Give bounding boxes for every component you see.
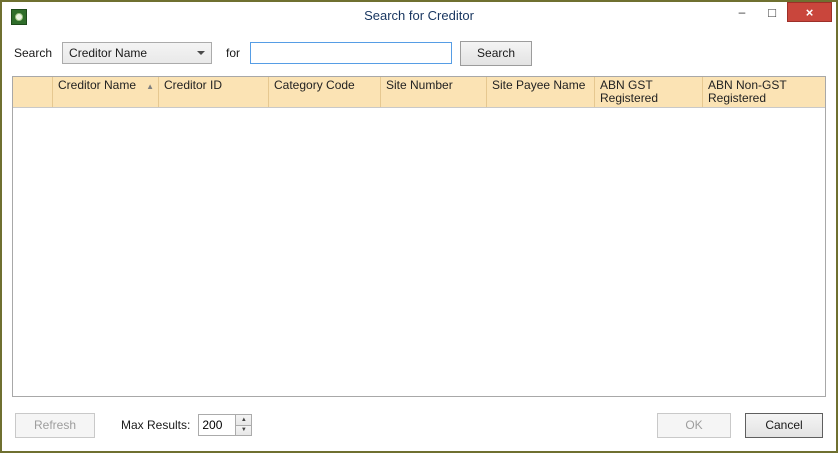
spinner-up-icon[interactable]: ▲ bbox=[236, 415, 251, 426]
spinner-buttons: ▲ ▼ bbox=[235, 415, 251, 435]
search-button[interactable]: Search bbox=[460, 41, 532, 66]
grid-header-label: Creditor Name bbox=[58, 78, 136, 92]
grid-body-empty bbox=[13, 108, 825, 396]
grid-header-creditor-name[interactable]: Creditor Name ▲ bbox=[53, 77, 159, 107]
grid-header-row-selector[interactable] bbox=[13, 77, 53, 107]
max-results-label: Max Results: bbox=[121, 418, 190, 432]
search-field-selected-value: Creditor Name bbox=[69, 46, 147, 60]
grid-header-label: Creditor ID bbox=[164, 78, 222, 92]
minimize-button[interactable]: – bbox=[727, 2, 757, 22]
sort-ascending-icon: ▲ bbox=[146, 80, 154, 93]
window-controls: – □ × bbox=[727, 2, 832, 22]
grid-header-abn-gst-registered[interactable]: ABN GST Registered bbox=[595, 77, 703, 107]
ok-button[interactable]: OK bbox=[657, 413, 731, 438]
window-title: Search for Creditor bbox=[2, 8, 836, 23]
search-query-input[interactable] bbox=[250, 42, 452, 64]
cancel-button[interactable]: Cancel bbox=[745, 413, 823, 438]
grid-header-label: ABN GST Registered bbox=[600, 78, 658, 105]
titlebar: Search for Creditor – □ × bbox=[2, 2, 836, 32]
grid-header-row: Creditor Name ▲ Creditor ID Category Cod… bbox=[13, 77, 825, 108]
for-label: for bbox=[226, 46, 240, 60]
max-results-input[interactable] bbox=[199, 415, 235, 435]
grid-header-site-payee-name[interactable]: Site Payee Name bbox=[487, 77, 595, 107]
search-for-creditor-dialog: Search for Creditor – □ × Search Credito… bbox=[0, 0, 838, 453]
search-label: Search bbox=[14, 46, 52, 60]
search-field-dropdown[interactable]: Creditor Name bbox=[62, 42, 212, 64]
spinner-down-icon[interactable]: ▼ bbox=[236, 426, 251, 436]
grid-header-site-number[interactable]: Site Number bbox=[381, 77, 487, 107]
grid-header-label: Category Code bbox=[274, 78, 355, 92]
search-bar: Search Creditor Name for Search bbox=[2, 32, 836, 74]
footer-bar: Refresh Max Results: ▲ ▼ OK Cancel bbox=[2, 405, 836, 451]
grid-header-abn-non-gst-registered[interactable]: ABN Non-GST Registered bbox=[703, 77, 825, 107]
max-results-spinner: ▲ ▼ bbox=[198, 414, 252, 436]
grid-header-creditor-id[interactable]: Creditor ID bbox=[159, 77, 269, 107]
close-button[interactable]: × bbox=[787, 2, 832, 22]
refresh-button[interactable]: Refresh bbox=[15, 413, 95, 438]
grid-header-label: Site Payee Name bbox=[492, 78, 585, 92]
maximize-button[interactable]: □ bbox=[757, 2, 787, 22]
results-grid: Creditor Name ▲ Creditor ID Category Cod… bbox=[12, 76, 826, 397]
grid-header-label: Site Number bbox=[386, 78, 453, 92]
grid-header-category-code[interactable]: Category Code bbox=[269, 77, 381, 107]
grid-header-label: ABN Non-GST Registered bbox=[708, 78, 786, 105]
chevron-down-icon bbox=[197, 51, 205, 55]
